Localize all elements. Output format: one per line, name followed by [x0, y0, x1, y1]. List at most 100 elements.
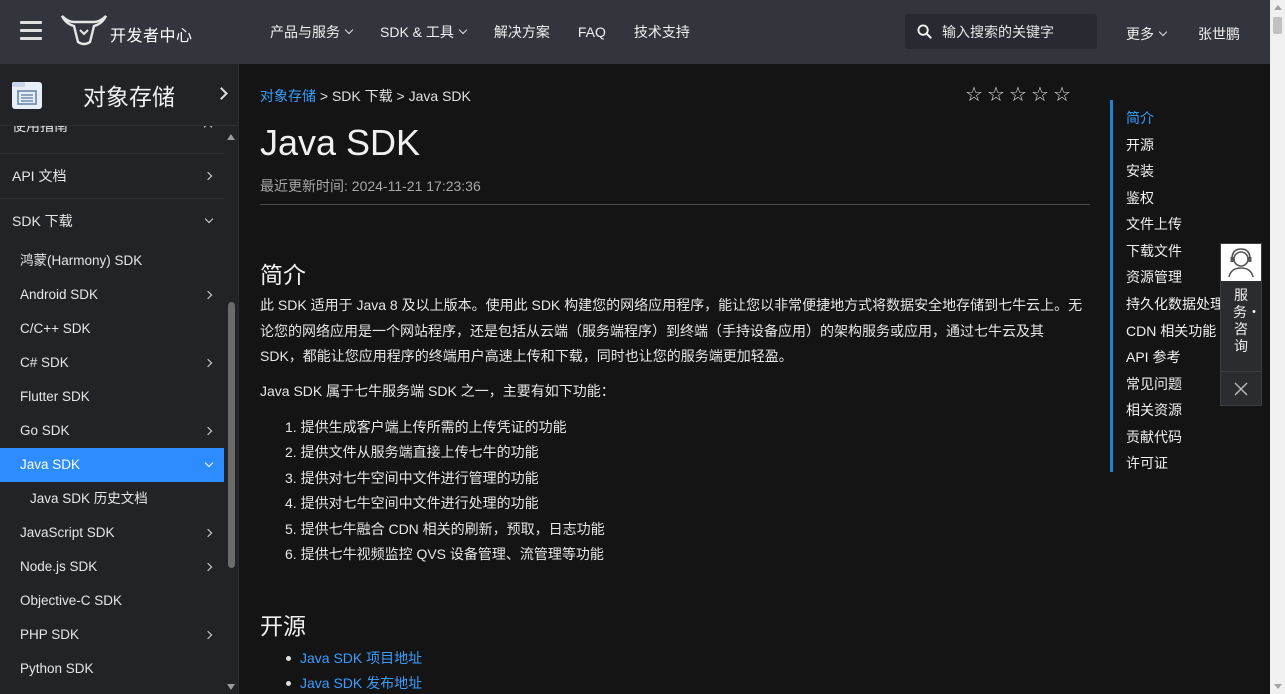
customer-service-icon[interactable]: [1221, 244, 1261, 281]
sidebar-item-label: JavaScript SDK: [20, 525, 115, 540]
user-name[interactable]: 张世鹏: [1198, 24, 1240, 44]
nav-products[interactable]: 产品与服务: [270, 22, 354, 42]
more-menu[interactable]: 更多: [1126, 24, 1168, 44]
sidebar-item-csharp-sdk[interactable]: C# SDK: [0, 346, 224, 380]
sidebar-item-sdk-download[interactable]: SDK 下载: [0, 199, 224, 244]
toc-item[interactable]: CDN 相关功能: [1126, 321, 1216, 341]
menu-icon[interactable]: [20, 21, 42, 41]
nav-solutions[interactable]: 解决方案: [494, 22, 550, 42]
nav-support[interactable]: 技术支持: [634, 22, 690, 42]
rating-stars: ☆ ☆ ☆ ☆ ☆: [965, 84, 1072, 106]
chevron-down-icon: [344, 25, 354, 35]
sidebar-item-label: SDK 下载: [12, 213, 73, 229]
toc-item[interactable]: 简介: [1126, 108, 1154, 128]
chevron-right-icon: [203, 630, 213, 640]
scroll-up-arrow-icon[interactable]: [227, 134, 235, 140]
list-item: 1. 提供生成客户端上传所需的上传凭证的功能: [285, 419, 567, 435]
sidebar-item-label: Node.js SDK: [20, 559, 98, 574]
chevron-down-icon: [458, 25, 468, 35]
toc-item[interactable]: 相关资源: [1126, 400, 1182, 420]
scroll-down-arrow-icon[interactable]: [1274, 684, 1282, 689]
nav-support-label: 技术支持: [633, 24, 690, 40]
scrollbar-thumb[interactable]: [228, 302, 235, 568]
sidebar-item-javascript-sdk[interactable]: JavaScript SDK: [0, 516, 224, 550]
page-scrollbar[interactable]: [1270, 0, 1285, 694]
features-intro: Java SDK 属于七牛服务端 SDK 之一，主要有如下功能：: [260, 383, 615, 399]
toc-item[interactable]: 资源管理: [1126, 267, 1182, 287]
sidebar-scrollbar[interactable]: [224, 126, 238, 694]
sidebar-item-label: API 文档: [12, 168, 67, 184]
toc-item[interactable]: 贡献代码: [1126, 427, 1182, 447]
main-content: 对象存储 > SDK 下载 > Java SDK ☆ ☆ ☆ ☆ ☆ Java …: [260, 64, 1090, 694]
sidebar-item-cpp-sdk[interactable]: C/C++ SDK: [0, 312, 224, 346]
toc-item[interactable]: 常见问题: [1126, 374, 1182, 394]
toc-item[interactable]: 许可证: [1126, 453, 1168, 473]
star-icon[interactable]: ☆: [1009, 84, 1028, 106]
breadcrumb-separator: >: [392, 88, 409, 104]
sidebar-item-go-sdk[interactable]: Go SDK: [0, 414, 224, 448]
product-title: 对象存储: [83, 83, 175, 110]
sidebar-item-android-sdk[interactable]: Android SDK: [0, 278, 224, 312]
scroll-up-arrow-icon[interactable]: [1274, 5, 1282, 10]
search-input[interactable]: [942, 23, 1092, 40]
sidebar-item-label: C# SDK: [20, 355, 69, 370]
service-label: 服务・咨询: [1233, 287, 1261, 354]
scroll-down-arrow-icon[interactable]: [227, 684, 235, 690]
sidebar-item-php-sdk[interactable]: PHP SDK: [0, 618, 224, 652]
close-button[interactable]: [1221, 371, 1261, 406]
sidebar-item-java-sdk-history[interactable]: Java SDK 历史文档: [0, 482, 224, 516]
chevron-right-icon[interactable]: [215, 87, 228, 100]
sidebar-item-nodejs-sdk[interactable]: Node.js SDK: [0, 550, 224, 584]
toc-item[interactable]: 持久化数据处理: [1126, 294, 1224, 314]
top-nav: 产品与服务 SDK & 工具 解决方案 FAQ 技术支持: [270, 22, 718, 42]
breadcrumb-object-storage[interactable]: 对象存储: [260, 88, 316, 104]
sidebar-item-label: PHP SDK: [20, 627, 80, 642]
nav-sdk-tools-label: SDK & 工具: [380, 24, 454, 40]
list-item: 4. 提供对七牛空间中文件进行处理的功能: [285, 495, 539, 512]
breadcrumb-current: Java SDK: [408, 88, 471, 104]
logo-text[interactable]: 开发者中心: [110, 22, 193, 46]
nav-sdk-tools[interactable]: SDK & 工具: [380, 22, 468, 42]
search-icon[interactable]: [917, 24, 932, 39]
star-icon[interactable]: ☆: [965, 84, 984, 106]
toc-item[interactable]: 开源: [1126, 135, 1154, 155]
headset-icon: [1228, 248, 1254, 278]
toc-item[interactable]: 下载文件: [1126, 241, 1182, 261]
sidebar-item-label: Flutter SDK: [20, 389, 90, 404]
sidebar-item-label: Java SDK: [20, 457, 81, 472]
sidebar-item-objc-sdk[interactable]: Objective-C SDK: [0, 584, 224, 618]
toc-item[interactable]: 安装: [1126, 161, 1154, 181]
sidebar-item-java-sdk[interactable]: Java SDK: [0, 448, 224, 482]
product-header[interactable]: 对象存储: [0, 64, 238, 126]
list-item: 5. 提供七牛融合 CDN 相关的刷新，预取，日志功能: [285, 520, 605, 537]
sidebar-item-label: 鸿蒙(Harmony) SDK: [20, 253, 143, 268]
service-consult-widget[interactable]: 服务・咨询: [1220, 243, 1262, 406]
nav-solutions-label: 解决方案: [493, 24, 550, 40]
star-icon[interactable]: ☆: [987, 84, 1006, 106]
chevron-right-icon: [203, 290, 213, 300]
breadcrumb: 对象存储 > SDK 下载 > Java SDK: [260, 86, 471, 106]
nav-faq[interactable]: FAQ: [578, 22, 606, 42]
sidebar-item-harmony-sdk[interactable]: 鸿蒙(Harmony) SDK: [0, 244, 224, 278]
close-icon: [1234, 382, 1248, 396]
sidebar-item-api-docs[interactable]: API 文档: [0, 154, 224, 199]
last-updated: 最近更新时间: 2024-11-21 17:23:36: [260, 178, 481, 194]
toc-item[interactable]: API 参考: [1126, 347, 1180, 367]
toc-item[interactable]: 文件上传: [1126, 214, 1182, 234]
chevron-down-icon: [204, 214, 214, 224]
sidebar-item-python-sdk[interactable]: Python SDK: [0, 652, 224, 686]
toc-item[interactable]: 鉴权: [1126, 188, 1154, 208]
sidebar-item-flutter-sdk[interactable]: Flutter SDK: [0, 380, 224, 414]
section-heading-open-source: 开源: [260, 613, 306, 639]
search-box: [905, 14, 1097, 49]
link-java-sdk-release[interactable]: Java SDK 发布地址: [300, 675, 422, 691]
star-icon[interactable]: ☆: [1053, 84, 1072, 106]
logo-icon[interactable]: [60, 12, 108, 48]
link-java-sdk-repo[interactable]: Java SDK 项目地址: [300, 650, 422, 666]
chevron-down-icon: [1158, 27, 1168, 37]
list-item: 6. 提供七牛视频监控 QVS 设备管理、流管理等功能: [285, 545, 604, 562]
table-of-contents: 简介 开源 安装 鉴权 文件上传 下载文件 资源管理 持久化数据处理 CDN 相…: [1110, 100, 1230, 472]
star-icon[interactable]: ☆: [1031, 84, 1050, 106]
scrollbar-thumb[interactable]: [1273, 17, 1282, 34]
breadcrumb-sdk-download: SDK 下载: [331, 88, 393, 104]
